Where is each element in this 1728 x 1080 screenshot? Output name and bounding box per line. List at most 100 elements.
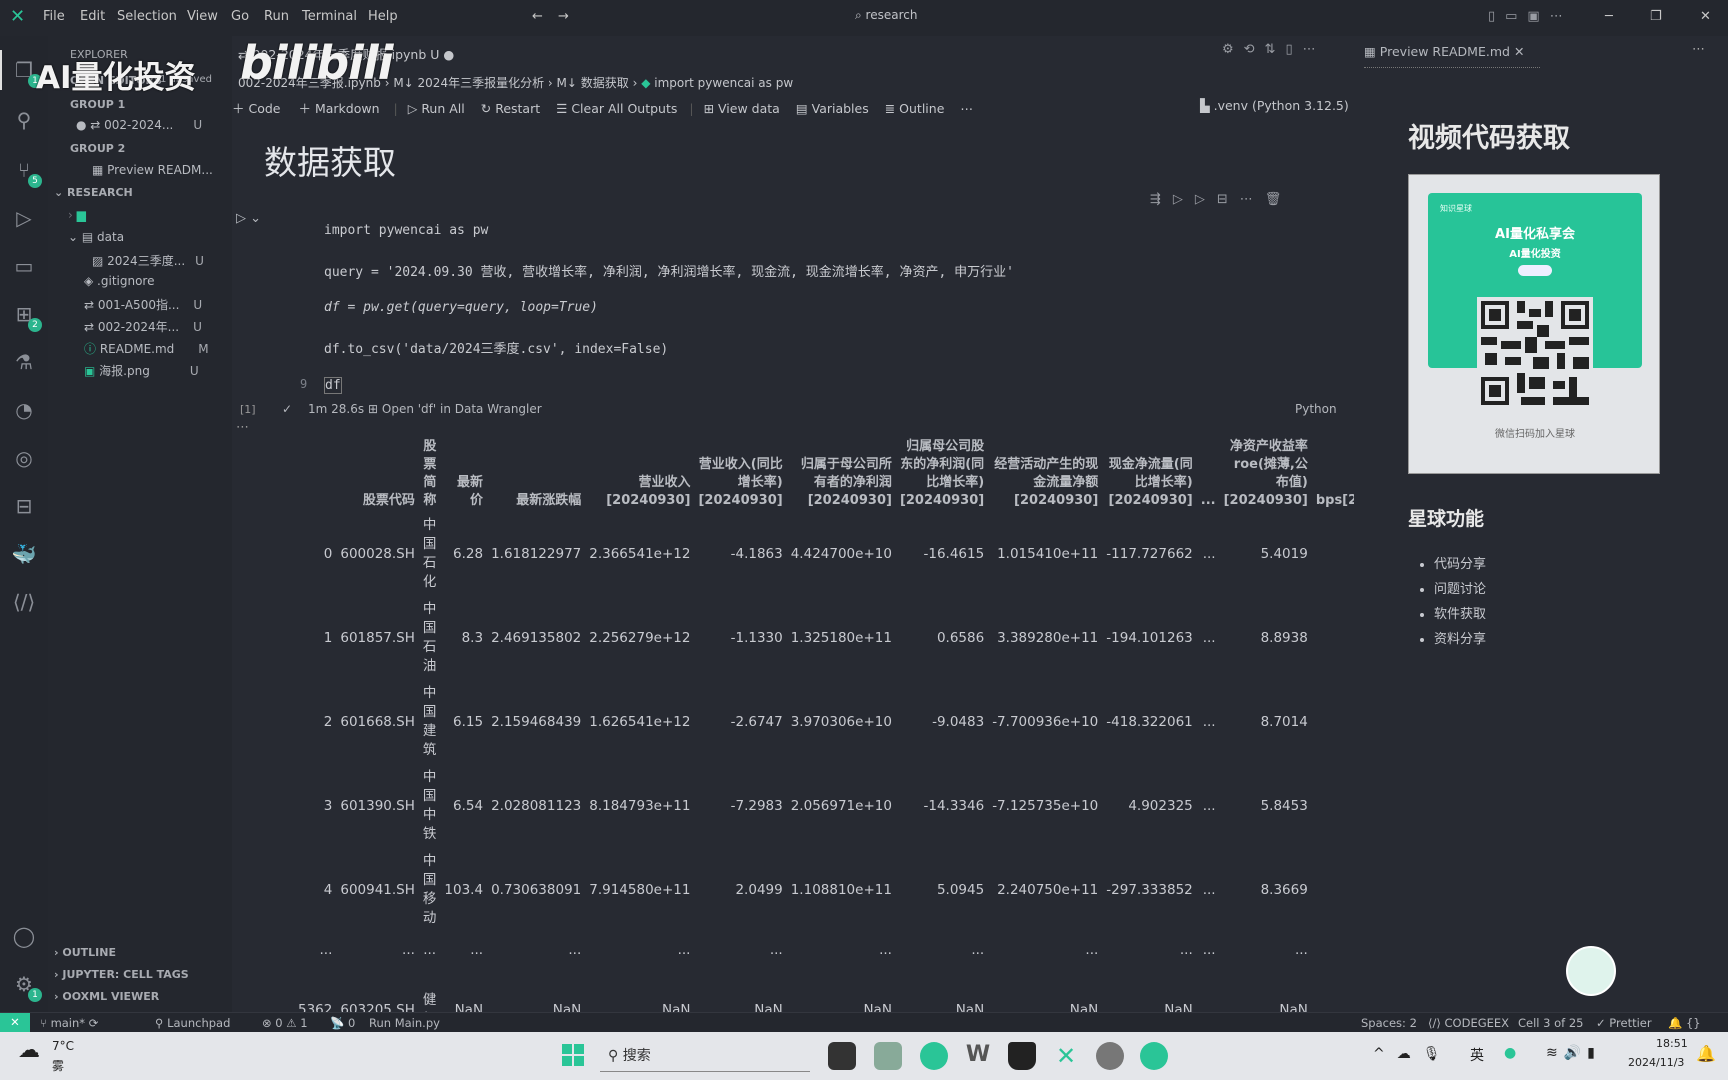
ports-indicator[interactable]: 📡 0 — [330, 1016, 355, 1030]
more-actions-icon[interactable]: ⋯ — [1692, 42, 1705, 57]
settings-gear-icon[interactable]: ⚙ 1 — [10, 970, 42, 1002]
tree-file-gitignore[interactable]: ◈ .gitignore — [84, 274, 154, 288]
tree-file-notebook-002[interactable]: ⇄ 002-2024年... U — [84, 318, 202, 335]
notebook-toolbar: ＋ Code ＋ Markdown | ▷ Run All ↻ Restart … — [232, 101, 973, 116]
clear-outputs-button[interactable]: ☰ Clear All Outputs — [556, 101, 677, 116]
windows-start-icon[interactable] — [562, 1044, 584, 1066]
add-code-button[interactable]: ＋ Code — [232, 101, 281, 116]
taskbar-search[interactable]: ⚲ 搜索 — [600, 1040, 810, 1072]
preview-tab[interactable]: ▦ Preview README.md ✕ — [1364, 44, 1540, 68]
open-editor-notebook[interactable]: ● ⇄ 002-2024... U — [76, 118, 202, 132]
menu-file[interactable]: File — [43, 9, 65, 24]
tree-file-csv[interactable]: ▨ 2024三季度... U — [92, 252, 204, 269]
vscode-taskbar-icon[interactable]: ✕ — [1052, 1042, 1080, 1070]
variables-button[interactable]: ▤ Variables — [796, 101, 869, 116]
kernel-picker[interactable]: ▙ .venv (Python 3.12.5) — [1200, 98, 1349, 113]
layout-icons[interactable]: ▯▭▣⋯ — [1488, 9, 1573, 24]
editor-actions[interactable]: ⚙⟲⇅▯⋯ — [1222, 42, 1326, 57]
restart-button[interactable]: ↻ Restart — [481, 101, 540, 116]
poster-image: 知识星球 AI量化私享会 AI量化投资 微信扫码加入星球 — [1408, 174, 1660, 474]
codegeex-icon[interactable]: ⟨/⟩ — [10, 588, 38, 616]
app-icon[interactable] — [874, 1042, 902, 1070]
tree-file-notebook-001[interactable]: ⇄ 001-A500指... U — [84, 296, 202, 313]
remote-indicator[interactable]: ✕ — [0, 1013, 30, 1033]
menu-selection[interactable]: Selection — [117, 9, 177, 24]
ooxml-viewer-section[interactable]: › OOXML VIEWER — [54, 990, 159, 1003]
more-actions-icon[interactable]: ⋯ — [960, 101, 973, 116]
extensions-icon[interactable]: ⊞ 2 — [10, 300, 42, 332]
clock-time[interactable]: 18:51 — [1656, 1037, 1688, 1050]
branch-indicator[interactable]: ⑂ main* ⟳ — [40, 1016, 98, 1030]
explorer-icon[interactable]: ❐ 1 — [10, 56, 42, 88]
menu-view[interactable]: View — [187, 9, 218, 24]
code-line-1[interactable]: import pywencai as pw — [324, 223, 488, 238]
open-data-wrangler-link[interactable]: ⊞ Open 'df' in Data Wrangler — [368, 402, 542, 416]
launchpad-button[interactable]: ⚲ Launchpad — [155, 1016, 230, 1030]
notebook-icon[interactable]: ⊟ — [10, 492, 38, 520]
back-arrow-icon[interactable]: ← — [532, 9, 543, 24]
close-tab-icon[interactable]: ✕ — [1514, 44, 1524, 59]
source-control-icon[interactable]: ⑂ 5 — [10, 156, 42, 188]
code-line-4[interactable]: df.to_csv('data/2024三季度.csv', index=Fals… — [324, 338, 668, 357]
view-data-button[interactable]: ⊞ View data — [704, 101, 780, 116]
search-remote-icon[interactable]: ◎ — [10, 444, 38, 472]
tray-icons[interactable]: ^☁🎙 — [1373, 1046, 1453, 1062]
testing-flask-icon[interactable]: ⚗ — [10, 348, 38, 376]
cell-toolbar[interactable]: ⇶▷▷⊟⋯🗑 — [1150, 192, 1293, 207]
close-window-button[interactable]: ✕ — [1700, 9, 1711, 24]
floating-assistant-avatar[interactable] — [1566, 946, 1616, 996]
ime-indicator[interactable]: 英 — [1470, 1045, 1484, 1065]
forward-arrow-icon[interactable]: → — [558, 9, 569, 24]
cat-app-icon[interactable] — [1008, 1042, 1036, 1070]
table-cell: 2.469135802 — [491, 630, 582, 646]
code-line-3[interactable]: df = pw.get(query=query, loop=True) — [324, 300, 598, 315]
table-row: 3 601390.SH 中国中铁 6.54 2.028081123 8.184793e+1… — [294, 764, 1354, 848]
tree-file-readme[interactable]: ⓘ README.md M — [84, 340, 209, 357]
research-folder-header[interactable]: ⌄ RESEARCH — [54, 186, 133, 199]
account-icon[interactable]: ◯ — [10, 922, 38, 950]
menu-terminal[interactable]: Terminal — [302, 9, 357, 24]
maximize-button[interactable]: ❐ — [1650, 9, 1662, 24]
cell-tags-section[interactable]: › JUPYTER: CELL TAGS — [54, 968, 189, 981]
menu-edit[interactable]: Edit — [80, 9, 105, 24]
search-icon[interactable]: ⚲ — [10, 106, 38, 134]
problems-indicator[interactable]: ⊗ 0 ⚠ 1 — [262, 1016, 308, 1030]
run-main-button[interactable]: Run Main.py — [369, 1016, 440, 1030]
command-center-search[interactable]: ⌕ research — [855, 8, 917, 23]
file-explorer-icon[interactable] — [828, 1042, 856, 1070]
indentation-indicator[interactable]: Spaces: 2 — [1361, 1016, 1417, 1030]
menu-go[interactable]: Go — [231, 9, 249, 24]
app-green-icon[interactable] — [1140, 1042, 1168, 1070]
wps-icon[interactable]: W — [964, 1042, 992, 1070]
prettier-status[interactable]: ✓ Prettier — [1596, 1016, 1652, 1030]
tree-folder-collapsed[interactable]: › ▆ — [68, 208, 86, 222]
add-markdown-button[interactable]: ＋ Markdown — [298, 101, 379, 116]
minimize-button[interactable]: ─ — [1605, 9, 1613, 24]
notification-bell-icon[interactable]: 🔔 — [1696, 1044, 1716, 1063]
cell-language[interactable]: Python — [1295, 402, 1337, 416]
outline-section[interactable]: › OUTLINE — [54, 946, 116, 959]
cell-position[interactable]: Cell 3 of 25 — [1518, 1016, 1584, 1030]
notifications-icon[interactable]: 🔔 {} — [1668, 1016, 1701, 1030]
output-more-icon[interactable]: ⋯ — [236, 420, 249, 435]
docker-icon[interactable]: 🐳 — [10, 540, 38, 568]
tree-file-poster[interactable]: ▣ 海报.png U — [84, 362, 199, 379]
codegeex-status[interactable]: ⟨/⟩ CODEGEEX — [1428, 1016, 1509, 1030]
run-debug-icon[interactable]: ▷ — [10, 204, 38, 232]
edge-browser-icon[interactable] — [920, 1042, 948, 1070]
code-line-5[interactable]: df — [324, 377, 342, 394]
open-editor-preview[interactable]: ▦ Preview READM... — [92, 163, 213, 177]
clock-date[interactable]: 2024/11/3 — [1628, 1056, 1684, 1069]
git-graph-icon[interactable]: ◔ — [10, 396, 38, 424]
menu-help[interactable]: Help — [368, 9, 398, 24]
code-line-2[interactable]: query = '2024.09.30 营收, 营收增长率, 净利润, 净利润增… — [324, 261, 1014, 280]
chrome-icon[interactable] — [1096, 1042, 1124, 1070]
remote-explorer-icon[interactable]: ▭ — [10, 252, 38, 280]
run-all-button[interactable]: ▷ Run All — [408, 101, 465, 116]
menu-run[interactable]: Run — [264, 9, 289, 24]
tray-app-icon[interactable]: ● — [1504, 1045, 1516, 1061]
network-volume-battery-icons[interactable]: ≋🔊▮ — [1546, 1045, 1601, 1061]
outline-button[interactable]: ≣ Outline — [885, 101, 945, 116]
run-cell-button[interactable]: ▷ ⌄ — [236, 211, 261, 226]
tree-folder-data[interactable]: ⌄ ▤ data — [68, 230, 124, 244]
